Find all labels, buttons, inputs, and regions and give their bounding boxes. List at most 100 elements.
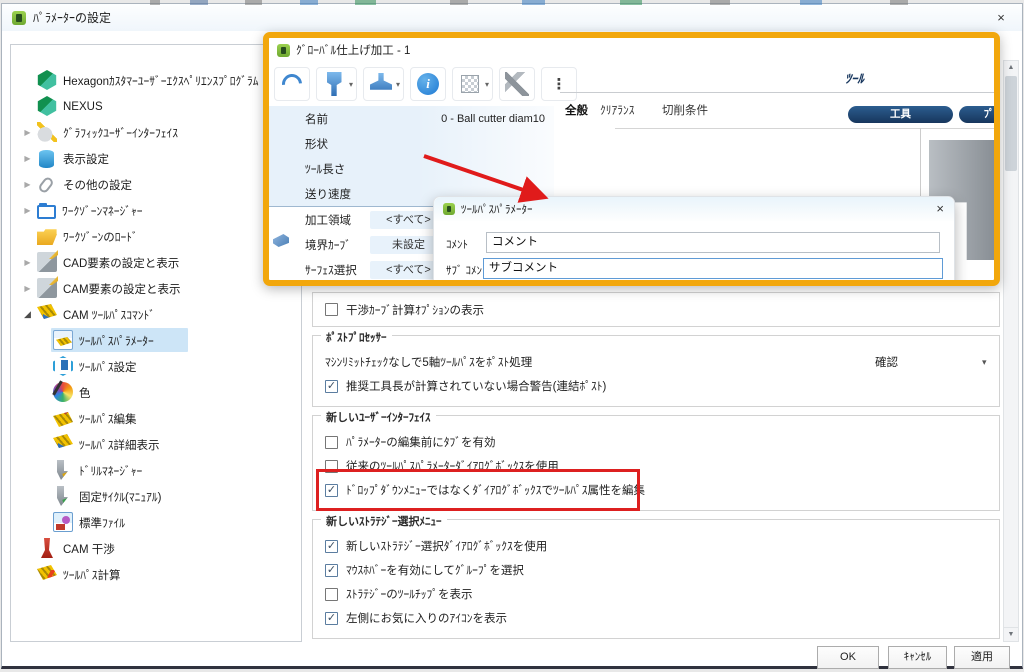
wrench-button[interactable] [499,67,535,101]
checkbox[interactable] [325,303,338,316]
tree-item[interactable]: ▶ CAM要素の設定と表示 [11,275,301,301]
tree-item[interactable]: Hexagonｶｽﾀﾏｰﾕｰｻﾞｰｴｸｽﾍﾟﾘｴﾝｽﾌﾟﾛｸﾞﾗﾑ [11,67,301,93]
tree-item-label: CAM要素の設定と表示 [63,280,181,297]
pill-button-2[interactable]: ﾌﾟ [959,106,1000,123]
tree-item[interactable]: ﾂｰﾙﾊﾟｽ計算 [11,561,301,587]
tree-item-body: ﾂｰﾙﾊﾟｽ詳細表示 [51,432,166,456]
tree-item-body: 標準ﾌｧｲﾙ [51,510,131,534]
tree-item[interactable]: ﾂｰﾙﾊﾟｽﾊﾟﾗﾒｰﾀｰ [11,327,301,353]
info-button[interactable]: i [410,67,446,101]
popup-input[interactable]: コメント [486,232,940,253]
ok-button[interactable]: OK [817,646,879,669]
popup-titlebar: ﾂｰﾙﾊﾟｽﾊﾟﾗﾒｰﾀｰ × [434,197,954,221]
checkbox-label: ﾊﾟﾗﾒｰﾀｰの編集前にﾀﾌﾞを有効 [346,434,496,450]
property-value: 0 - Ball cutter diam10 [441,113,545,125]
tree-item-label: 色 [79,384,91,401]
tool-profile-glyph [370,73,392,95]
dropdown-caret-icon[interactable]: ▾ [982,357,987,368]
property-label: 加工領域 [305,212,351,228]
tab-1[interactable]: 全般 [565,102,588,118]
info-icon: i [414,70,442,98]
popup-field-label: ｻﾌﾞ ｺﾒﾝﾄ [446,262,488,278]
settings-row: ﾏｼﾝﾘﾐｯﾄﾁｪｯｸなしで5軸ﾂｰﾙﾊﾟｽをﾎﾟｽﾄ処理確認▾ [325,350,989,374]
pattern-glyph [461,75,479,93]
cancel-button[interactable]: ｷｬﾝｾﾙ [888,646,947,669]
tool-glyph [327,72,342,96]
tree-item[interactable]: 標準ﾌｧｲﾙ [11,509,301,535]
canned-cycle-icon [53,486,73,506]
dropdown-caret-icon[interactable]: ▾ [485,80,489,89]
tree-item[interactable]: ▶表示設定 [11,145,301,171]
window-close-icon[interactable]: × [992,9,1010,27]
tree-item-label: ﾜｰｸｿﾞｰﾝﾏﾈｰｼﾞｬｰ [62,202,143,219]
tree-item-label: NEXUS [63,100,103,113]
checkbox[interactable]: ✓ [325,380,338,393]
tree-item[interactable]: CAM 干渉 [11,535,301,561]
drill-manager-icon [53,460,73,480]
vertical-scrollbar[interactable]: ▲ ▼ [1003,60,1019,642]
settings-row: ✓新しいｽﾄﾗﾃｼﾞｰ選択ﾀﾞｲｱﾛｸﾞﾎﾞｯｸｽを使用 [325,534,989,558]
checkbox[interactable]: ✓ [325,612,338,625]
pattern-button[interactable]: ▾ [452,67,493,101]
dropdown-value[interactable]: 確認 [875,354,898,370]
tree-item[interactable]: 固定ｻｲｸﾙ(ﾏﾆｭｱﾙ) [11,483,301,509]
tab-3[interactable]: 切削条件 [662,102,708,118]
popup-input[interactable]: サブコメント [483,258,943,279]
checkbox[interactable]: ✓ [325,540,338,553]
tool-button[interactable]: ▾ [316,67,357,101]
scroll-down-icon[interactable]: ▼ [1004,627,1018,641]
property-row[interactable]: 名前 0 - Ball cutter diam10 [269,106,554,131]
tree-item-body: 表示設定 [35,147,115,170]
apply-button[interactable]: 適用 [954,646,1010,669]
tree-expander-icon[interactable]: ▶ [20,180,35,189]
checkbox[interactable] [325,436,338,449]
dropdown-caret-icon[interactable]: ▾ [349,80,353,89]
checkbox[interactable]: ✓ [325,564,338,577]
tree-expander-icon[interactable]: ▶ [20,284,35,293]
property-label: 名前 [305,111,328,127]
tree-expander-icon[interactable]: ▶ [20,206,35,215]
tree-item-label: CAD要素の設定と表示 [63,254,179,271]
tree-expander-icon[interactable]: ▶ [20,258,35,267]
tree-item[interactable]: ▶その他の設定 [11,171,301,197]
dropdown-caret-icon[interactable]: ▾ [396,80,400,89]
pill-button-1[interactable]: 工具 [848,106,953,123]
checkbox-label: 従来のﾂｰﾙﾊﾟｽﾊﾟﾗﾒｰﾀｰﾀﾞｲｱﾛｸﾞﾎﾞｯｸｽを使用 [346,458,559,474]
workzone-load-icon [37,226,57,246]
checkbox[interactable] [325,588,338,601]
tool-profile-button[interactable]: ▾ [363,67,404,101]
tree-item[interactable]: ﾂｰﾙﾊﾟｽ詳細表示 [11,431,301,457]
checkbox[interactable] [325,460,338,473]
scrollbar-thumb[interactable] [1005,76,1017,171]
tree-item[interactable]: ﾂｰﾙﾊﾟｽ編集 [11,405,301,431]
cad-elements-icon [37,252,57,272]
tree-item[interactable]: ﾜｰｸｿﾞｰﾝのﾛｰﾄﾞ [11,223,301,249]
settings-row: 干渉ｶｰﾌﾞ計算ｵﾌﾟｼｮﾝの表示 [325,301,989,318]
tree-item[interactable]: ▶ ﾜｰｸｿﾞｰﾝﾏﾈｰｼﾞｬｰ [11,197,301,223]
tree-item[interactable]: ﾂｰﾙﾊﾟｽ設定 [11,353,301,379]
checkbox[interactable]: ✓ [325,484,338,497]
property-row[interactable]: 形状 [269,131,554,156]
tab-2[interactable]: ｸﾘｱﾗﾝｽ [600,102,635,118]
tree-expander-icon[interactable]: ▶ [20,128,35,137]
tree-item[interactable]: ◢CAM ﾂｰﾙﾊﾟｽｺﾏﾝﾄﾞ [11,301,301,327]
tree-item[interactable]: ▶ CAD要素の設定と表示 [11,249,301,275]
checkbox-label: ｽﾄﾗﾃｼﾞｰのﾂｰﾙﾁｯﾌﾟを表示 [346,586,473,602]
settings-row: ｽﾄﾗﾃｼﾞｰのﾂｰﾙﾁｯﾌﾟを表示 [325,582,989,606]
scroll-up-icon[interactable]: ▲ [1004,61,1018,75]
tree-expander-icon[interactable]: ◢ [20,309,35,320]
tree-item-label: 標準ﾌｧｲﾙ [79,514,125,531]
settings-group: ﾎﾟｽﾄﾌﾟﾛｾｯｻｰﾏｼﾝﾘﾐｯﾄﾁｪｯｸなしで5軸ﾂｰﾙﾊﾟｽをﾎﾟｽﾄ処理… [312,335,1000,407]
popup-close-icon[interactable]: × [936,201,944,216]
tree-item[interactable]: 色 [11,379,301,405]
surface-finish-icon [278,70,306,98]
tree-expander-icon[interactable]: ▶ [20,154,35,163]
tree-item-label: 固定ｻｲｸﾙ(ﾏﾆｭｱﾙ) [79,488,161,505]
surface-finish-button[interactable] [274,67,310,101]
tree-item[interactable]: NEXUS [11,93,301,119]
cam-toolpath-commands-icon [37,304,57,324]
tree-item[interactable]: ﾄﾞﾘﾙﾏﾈｰｼﾞｬｰ [11,457,301,483]
tree-item-body: ﾜｰｸｿﾞｰﾝのﾛｰﾄﾞ [35,224,144,248]
tree-item[interactable]: ▶ｸﾞﾗﾌｨｯｸﾕｰｻﾞｰｲﾝﾀｰﾌｪｲｽ [11,119,301,145]
property-row[interactable]: ﾂｰﾙ長さ [269,156,554,181]
